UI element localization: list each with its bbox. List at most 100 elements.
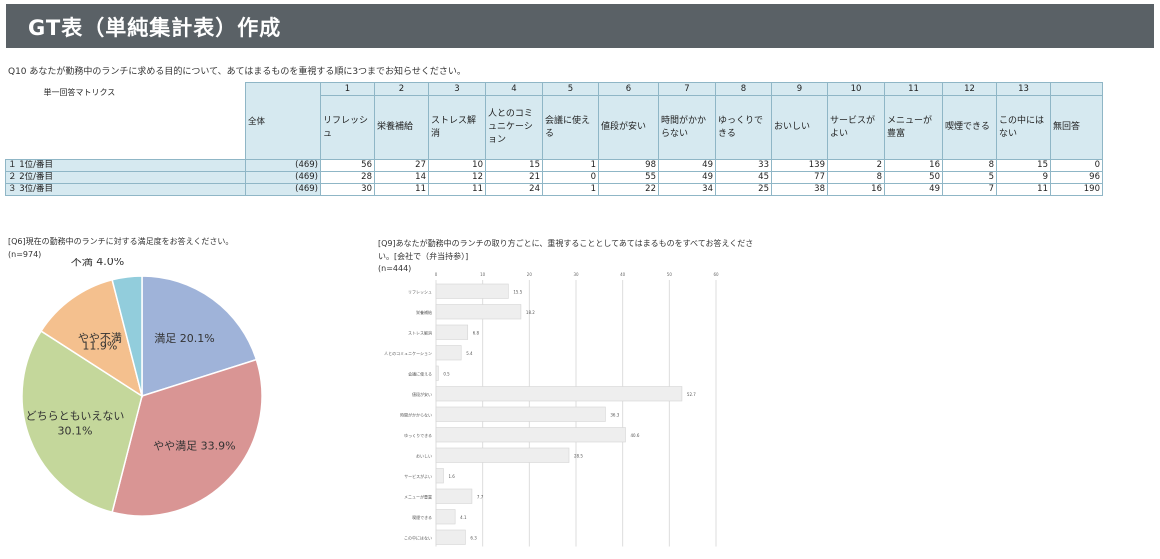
bar xyxy=(435,283,509,299)
category-label: 喫煙できる xyxy=(412,514,432,520)
table-cell: 7 xyxy=(942,183,997,196)
category-label: 値段が安い xyxy=(412,391,432,397)
page-title: GT表（単純集計表）作成 xyxy=(28,16,282,40)
col-num: 9 xyxy=(771,82,828,96)
row-total: (469) xyxy=(245,159,321,172)
bar xyxy=(435,345,462,361)
q10-question: Q10 あなたが勤務中のランチに求める目的について、あてはまるものを重視する順に… xyxy=(8,67,466,77)
col-label: 栄養補給 xyxy=(374,95,429,160)
table-cell: 50 xyxy=(884,171,943,184)
row-total: (469) xyxy=(245,183,321,196)
table-cell: 1 xyxy=(542,159,599,172)
col-label: 喫煙できる xyxy=(942,95,997,160)
col-label: ゆっくりできる xyxy=(715,95,772,160)
data-label: 5.4 xyxy=(466,351,473,356)
table-cell: 96 xyxy=(1050,171,1103,184)
col-num: 13 xyxy=(996,82,1051,96)
data-label: 18.2 xyxy=(526,310,535,315)
table-cell: 8 xyxy=(942,159,997,172)
page-header: GT表（単純集計表）作成 xyxy=(6,4,1154,48)
col-label: 無回答 xyxy=(1050,95,1103,160)
col-num: 2 xyxy=(374,82,429,96)
table-cell: 22 xyxy=(598,183,659,196)
col-num: 11 xyxy=(884,82,943,96)
table-cell: 11 xyxy=(996,183,1051,196)
pie-question: [Q6]現在の勤務中のランチに対する満足度をお答えください。 xyxy=(8,237,234,246)
table-cell: 15 xyxy=(996,159,1051,172)
table-cell: 98 xyxy=(598,159,659,172)
bar xyxy=(435,304,522,320)
table-cell: 77 xyxy=(771,171,828,184)
col-label: 会議に使える xyxy=(542,95,599,160)
table-cell: 11 xyxy=(374,183,429,196)
row-label: ３ 3位/番目 xyxy=(5,183,246,196)
table-cell: 11 xyxy=(428,183,486,196)
col-label: メニューが豊富 xyxy=(884,95,943,160)
category-label: リフレッシュ xyxy=(408,289,432,294)
bar xyxy=(435,488,473,504)
data-label: 15.5 xyxy=(513,289,522,294)
column-number-row: 単一回答マトリクス 全体 1 2 3 4 5 6 7 8 9 10 11 12 … xyxy=(5,82,1103,160)
bar xyxy=(435,447,570,463)
col-label: サービスがよい xyxy=(827,95,885,160)
table-cell: 21 xyxy=(485,171,543,184)
category-label: 人とのコミュニケーション xyxy=(384,350,432,356)
category-label: サービスがよい xyxy=(404,473,432,479)
table-cell: 1 xyxy=(542,183,599,196)
pie-slice-label: 不満 4.0% xyxy=(71,258,124,268)
data-label: 0.5 xyxy=(443,371,450,376)
bar-chart: 0 10 20 30 40 50 60 リフレッシュ 15.5 栄養補給 18.2 ストレス解消 6.8… xyxy=(384,272,719,547)
data-label: 6.8 xyxy=(473,330,480,335)
table-cell: 24 xyxy=(485,183,543,196)
col-label: この中にはない xyxy=(996,95,1051,160)
col-label: おいしい xyxy=(771,95,828,160)
bar xyxy=(435,365,439,381)
tick-label: 0 xyxy=(435,272,438,277)
matrix-label-cell: 単一回答マトリクス xyxy=(5,82,246,160)
table-row: ２ 2位/番目 (469) 28 14 12 21 0 55 49 45 77 … xyxy=(5,171,1103,184)
table-row: ３ 3位/番目 (469) 30 11 11 24 1 22 34 25 38 … xyxy=(5,183,1103,196)
category-label: 時間がかからない xyxy=(400,411,432,417)
bar xyxy=(435,468,444,484)
gt-table: 単一回答マトリクス 全体 1 2 3 4 5 6 7 8 9 10 11 12 … xyxy=(5,82,1103,196)
col-num: 1 xyxy=(320,82,375,96)
tick-label: 20 xyxy=(527,272,533,277)
pie-slice-label: やや満足 33.9% xyxy=(153,439,235,452)
row-label: １ 1位/番目 xyxy=(5,159,246,172)
table-cell: 9 xyxy=(996,171,1051,184)
table-cell: 8 xyxy=(827,171,885,184)
table-cell: 25 xyxy=(715,183,772,196)
pie-chart: 満足 20.1%やや満足 33.9%どちらともいえない30.1%やや不満11.9… xyxy=(21,258,263,517)
table-cell: 16 xyxy=(884,159,943,172)
table-cell: 55 xyxy=(598,171,659,184)
table-cell: 2 xyxy=(827,159,885,172)
data-label: 28.5 xyxy=(574,453,583,458)
table-cell: 16 xyxy=(827,183,885,196)
category-label: おいしい xyxy=(416,452,432,458)
table-cell: 15 xyxy=(485,159,543,172)
table-cell: 56 xyxy=(320,159,375,172)
table-cell: 27 xyxy=(374,159,429,172)
category-label: この中にはない xyxy=(404,534,432,540)
table-cell: 10 xyxy=(428,159,486,172)
bar xyxy=(435,324,469,340)
col-num: 5 xyxy=(542,82,599,96)
col-num: 3 xyxy=(428,82,486,96)
col-num: 10 xyxy=(827,82,885,96)
pie-slice-value: 30.1% xyxy=(57,424,92,437)
tick-label: 30 xyxy=(573,272,579,277)
col-label: 人とのコミュニケーション xyxy=(485,95,543,160)
tick-label: 60 xyxy=(713,272,719,277)
table-cell: 33 xyxy=(715,159,772,172)
bar xyxy=(435,509,456,525)
col-label: 値段が安い xyxy=(598,95,659,160)
table-cell: 49 xyxy=(658,171,716,184)
col-label: 時間がかからない xyxy=(658,95,716,160)
table-cell: 38 xyxy=(771,183,828,196)
data-label: 52.7 xyxy=(687,392,696,397)
tick-label: 10 xyxy=(480,272,486,277)
pie-slice-value: 11.9% xyxy=(82,340,117,353)
col-label: リフレッシュ xyxy=(320,95,375,160)
table-cell: 0 xyxy=(542,171,599,184)
table-cell: 45 xyxy=(715,171,772,184)
